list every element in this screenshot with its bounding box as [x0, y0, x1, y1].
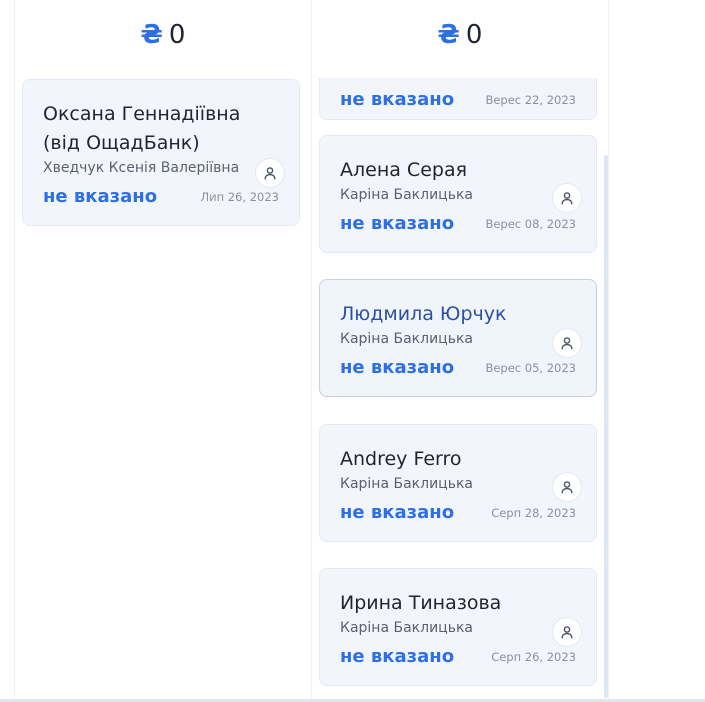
- deal-card[interactable]: Алена Серая Каріна Баклицька не вказано …: [319, 135, 597, 253]
- deal-assignee: Каріна Баклицька: [340, 620, 473, 636]
- deal-status: не вказано: [43, 186, 158, 207]
- deal-status: не вказано: [340, 213, 455, 234]
- deal-title: Алена Серая: [340, 159, 468, 181]
- deal-assignee: Хведчук Ксенія Валеріївна: [43, 160, 240, 176]
- user-icon[interactable]: [552, 183, 582, 213]
- user-icon[interactable]: [552, 328, 582, 358]
- user-icon[interactable]: [255, 158, 285, 188]
- deal-title: Andrey Ferro: [340, 448, 462, 470]
- deal-title: Оксана Геннадіївна (від ОщадБанк): [43, 103, 241, 154]
- deal-status: не вказано: [340, 502, 455, 523]
- deal-card[interactable]: Людмила Юрчук Каріна Баклицька не вказан…: [319, 279, 597, 397]
- column-body: Оксана Геннадіївна (від ОщадБанк) Хведчу…: [15, 78, 311, 702]
- deal-footer: не вказано Верес 08, 2023: [340, 213, 576, 234]
- deal-footer: не вказано Верес 22, 2023: [340, 89, 576, 110]
- deal-footer: не вказано Лип 26, 2023: [43, 186, 279, 207]
- deal-date: Верес 05, 2023: [485, 361, 576, 375]
- deal-status: не вказано: [340, 646, 455, 667]
- deal-status: не вказано: [340, 89, 455, 110]
- user-icon[interactable]: [552, 617, 582, 647]
- deal-card[interactable]: не вказано Верес 22, 2023: [319, 78, 597, 120]
- column-header: ₴ 0: [312, 0, 608, 70]
- deal-status: не вказано: [340, 357, 455, 378]
- deal-date: Серп 26, 2023: [491, 650, 576, 664]
- column-header: ₴ 0: [15, 0, 311, 70]
- deal-title: Людмила Юрчук: [340, 303, 507, 325]
- deal-footer: не вказано Серп 26, 2023: [340, 646, 576, 667]
- deal-card[interactable]: Andrey Ferro Каріна Баклицька не вказано…: [319, 424, 597, 542]
- currency-symbol: ₴: [140, 20, 163, 50]
- deal-date: Серп 28, 2023: [491, 506, 576, 520]
- vertical-scrollbar[interactable]: [604, 155, 608, 698]
- column-total: 0: [465, 20, 483, 50]
- deal-assignee: Каріна Баклицька: [340, 187, 473, 203]
- currency-symbol: ₴: [437, 20, 460, 50]
- deal-footer: не вказано Верес 05, 2023: [340, 357, 576, 378]
- column-total: 0: [168, 20, 186, 50]
- pipeline-column-2: ₴ 0 не вказано Верес 22, 2023 Алена Сера…: [311, 0, 609, 702]
- deal-date: Верес 22, 2023: [485, 93, 576, 107]
- deal-assignee: Каріна Баклицька: [340, 476, 473, 492]
- user-icon[interactable]: [552, 472, 582, 502]
- deal-card[interactable]: Ирина Тиназова Каріна Баклицька не вказа…: [319, 568, 597, 686]
- column-body: не вказано Верес 22, 2023 Алена Серая Ка…: [312, 78, 608, 702]
- deal-card[interactable]: Оксана Геннадіївна (від ОщадБанк) Хведчу…: [22, 79, 300, 226]
- deal-date: Верес 08, 2023: [485, 217, 576, 231]
- deal-date: Лип 26, 2023: [200, 190, 279, 204]
- deal-footer: не вказано Серп 28, 2023: [340, 502, 576, 523]
- deal-assignee: Каріна Баклицька: [340, 331, 473, 347]
- deal-title: Ирина Тиназова: [340, 592, 502, 614]
- pipeline-column-1: ₴ 0 Оксана Геннадіївна (від ОщадБанк) Хв…: [14, 0, 312, 702]
